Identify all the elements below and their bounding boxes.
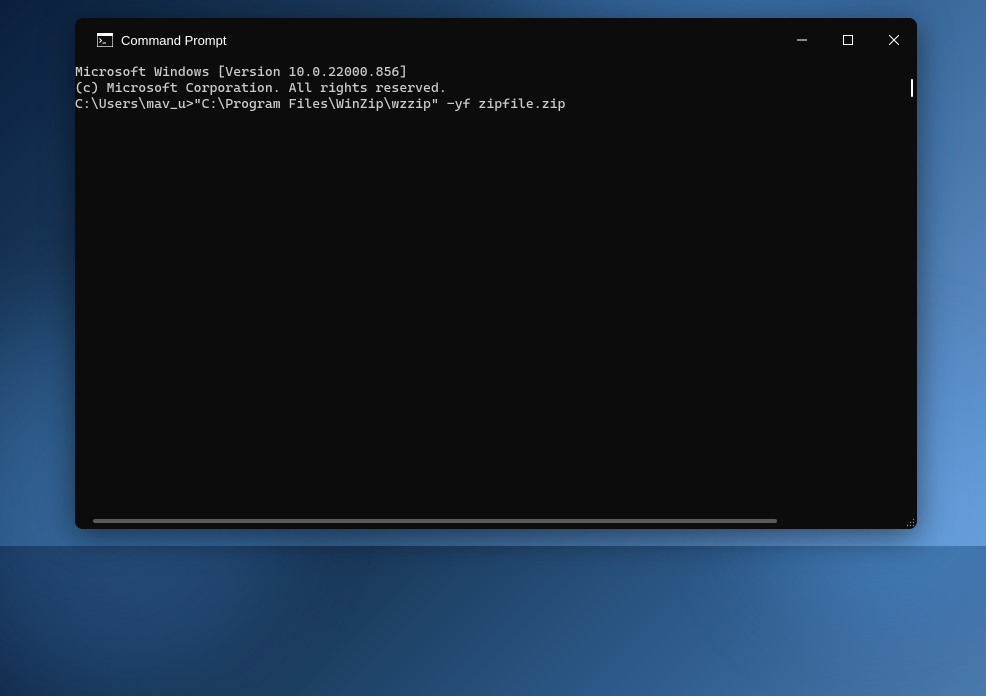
resize-grip[interactable]: [903, 515, 915, 527]
terminal-line: (c) Microsoft Corporation. All rights re…: [75, 80, 905, 96]
vertical-scrollbar-thumb[interactable]: [911, 79, 913, 97]
terminal-output: Microsoft Windows [Version 10.0.22000.85…: [75, 64, 905, 515]
terminal-line: Microsoft Windows [Version 10.0.22000.85…: [75, 64, 905, 80]
vertical-scrollbar[interactable]: [905, 64, 917, 515]
close-button[interactable]: [871, 18, 917, 62]
maximize-button[interactable]: [825, 18, 871, 62]
horizontal-scrollbar[interactable]: [75, 515, 917, 529]
minimize-button[interactable]: [779, 18, 825, 62]
command-prompt-icon: [97, 33, 113, 47]
terminal-body[interactable]: Microsoft Windows [Version 10.0.22000.85…: [75, 62, 917, 515]
window-title: Command Prompt: [121, 33, 779, 48]
window-controls: [779, 18, 917, 62]
terminal-prompt: C:\Users\mav_u>: [75, 96, 194, 112]
terminal-prompt-line: C:\Users\mav_u>"C:\Program Files\WinZip\…: [75, 96, 905, 112]
bottom-bar: [75, 515, 917, 529]
terminal-command: "C:\Program Files\WinZip\wzzip" -yf zipf…: [194, 96, 566, 112]
window-titlebar[interactable]: Command Prompt: [75, 18, 917, 62]
command-prompt-window: Command Prompt Microsoft Windows [Ver: [75, 18, 917, 529]
horizontal-scrollbar-thumb[interactable]: [93, 519, 777, 523]
